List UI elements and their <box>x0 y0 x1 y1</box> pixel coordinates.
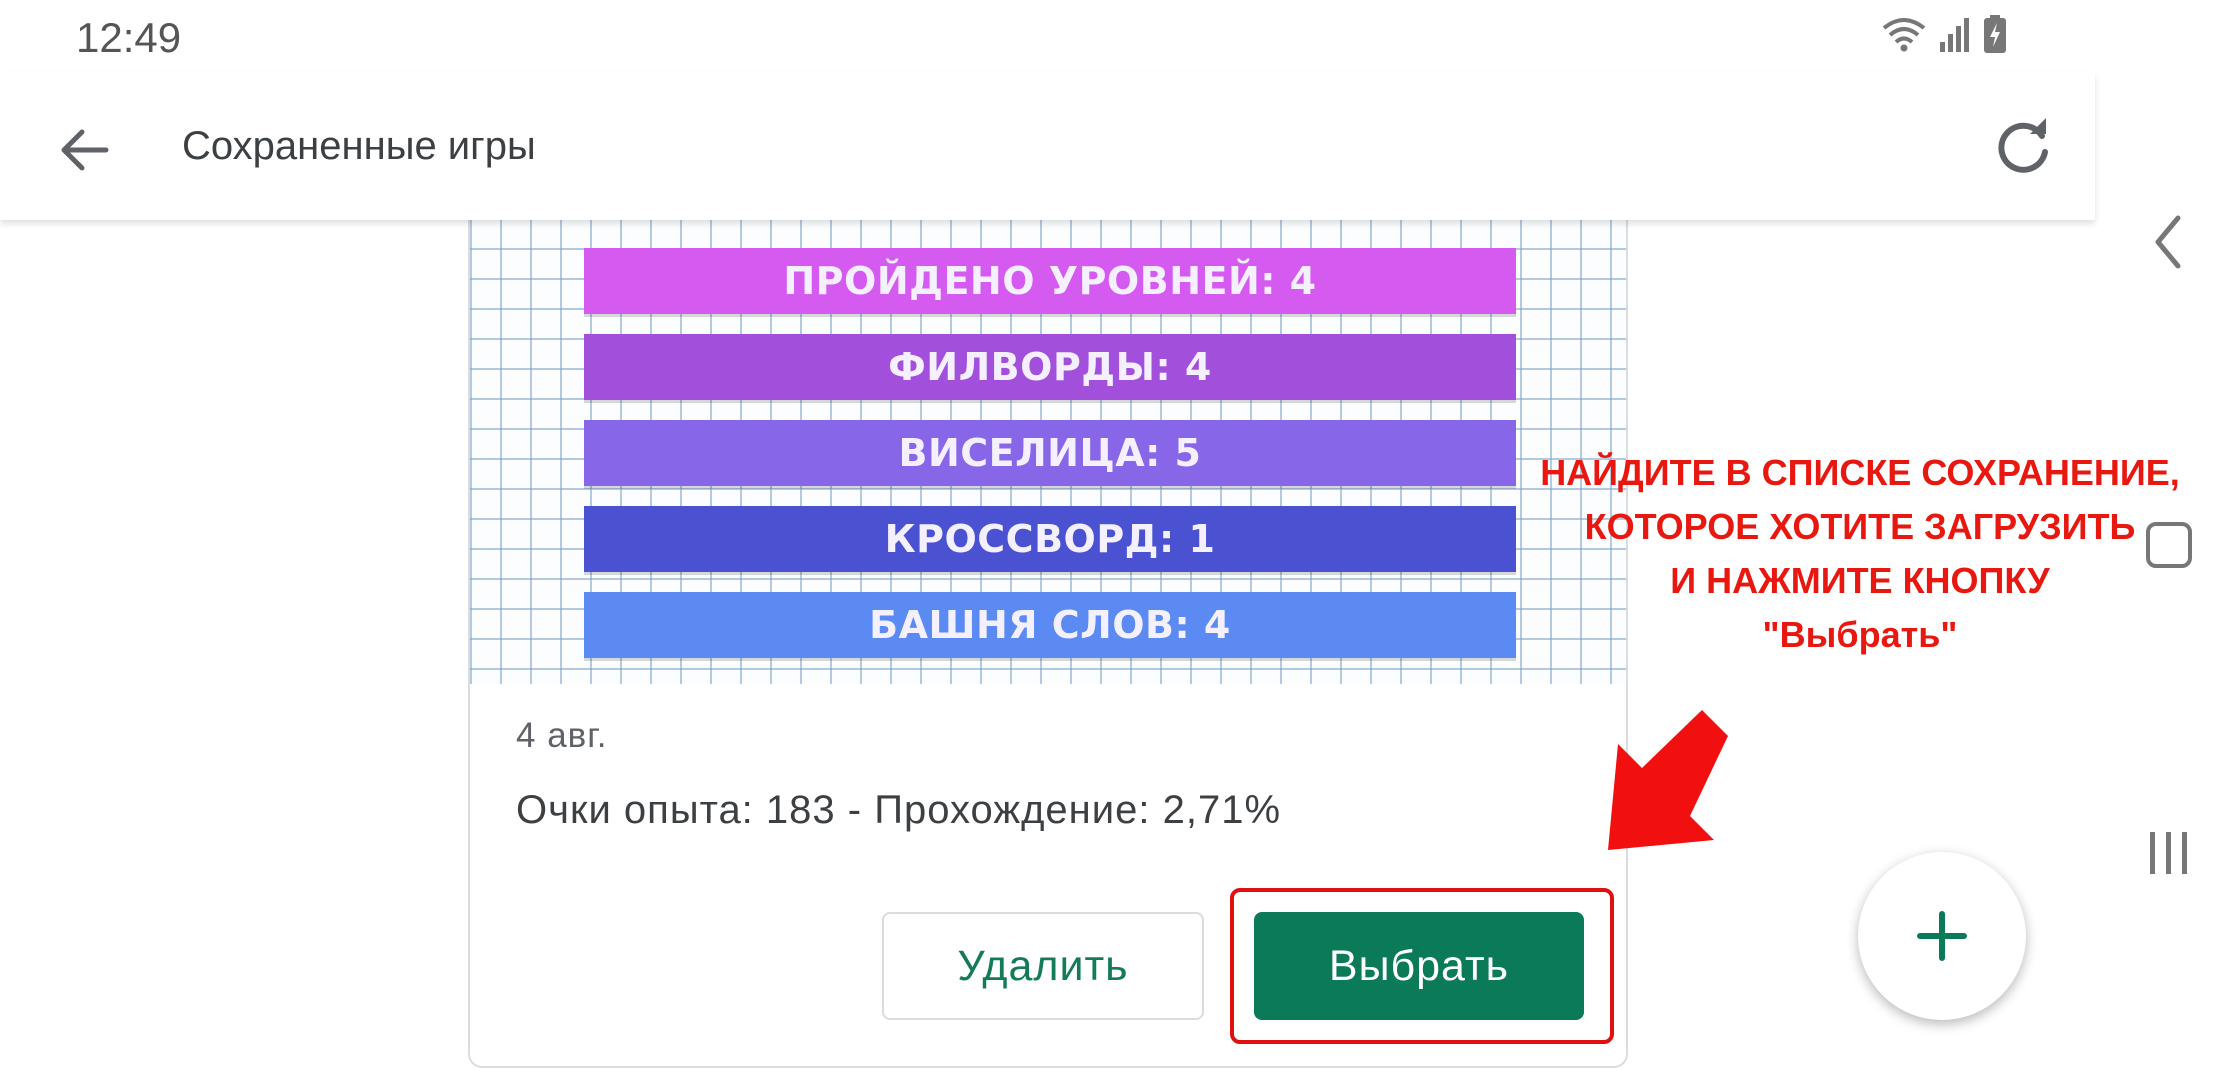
page-title: Сохраненные игры <box>182 124 536 168</box>
delete-button[interactable]: Удалить <box>882 912 1204 1020</box>
wifi-icon <box>1882 18 1926 52</box>
pointer-arrow-icon <box>1608 710 1728 850</box>
arrow-back-icon <box>61 129 109 171</box>
back-button[interactable] <box>52 118 116 182</box>
stat-bar-levels: ПРОЙДЕНО УРОВНЕЙ: 4 <box>584 248 1516 314</box>
status-icons <box>1880 14 2008 54</box>
stat-bar-word-tower: БАШНЯ СЛОВ: 4 <box>584 592 1516 658</box>
select-button[interactable]: Выбрать <box>1254 912 1584 1020</box>
nav-back-button[interactable] <box>2148 212 2188 272</box>
save-stats: Очки опыта: 183 - Прохождение: 2,71% <box>516 788 1282 832</box>
annotation-line: И НАЖМИТЕ КНОПКУ <box>1670 560 2050 601</box>
plus-icon <box>1917 911 1967 961</box>
annotation-line: "Выбрать" <box>1762 614 1958 655</box>
stat-bar-filwords: ФИЛВОРДЫ: 4 <box>584 334 1516 400</box>
recents-icon <box>2150 832 2187 874</box>
stat-bar-crossword: КРОССВОРД: 1 <box>584 506 1516 572</box>
annotation-line: НАЙДИТЕ В СПИСКЕ СОХРАНЕНИЕ, <box>1540 452 2180 493</box>
stat-bar-hangman: ВИСЕЛИЦА: 5 <box>584 420 1516 486</box>
instruction-annotation: НАЙДИТЕ В СПИСКЕ СОХРАНЕНИЕ, КОТОРОЕ ХОТ… <box>1530 446 2190 662</box>
add-save-button[interactable] <box>1858 852 2026 1020</box>
save-thumbnail: ПРОЙДЕНО УРОВНЕЙ: 4 ФИЛВОРДЫ: 4 ВИСЕЛИЦА… <box>470 218 1626 684</box>
annotation-line: КОТОРОЕ ХОТИТЕ ЗАГРУЗИТЬ <box>1584 506 2136 547</box>
refresh-icon <box>1998 118 2048 173</box>
battery-charging-icon <box>1984 15 2006 53</box>
chevron-left-icon <box>2155 215 2181 269</box>
nav-recents-button[interactable] <box>2146 830 2192 876</box>
app-bar: Сохраненные игры <box>0 72 2095 220</box>
status-time: 12:49 <box>76 14 182 61</box>
refresh-button[interactable] <box>1988 114 2058 184</box>
signal-icon <box>1940 18 1969 52</box>
status-bar: 12:49 <box>0 0 2220 72</box>
save-date: 4 авг. <box>516 716 608 755</box>
